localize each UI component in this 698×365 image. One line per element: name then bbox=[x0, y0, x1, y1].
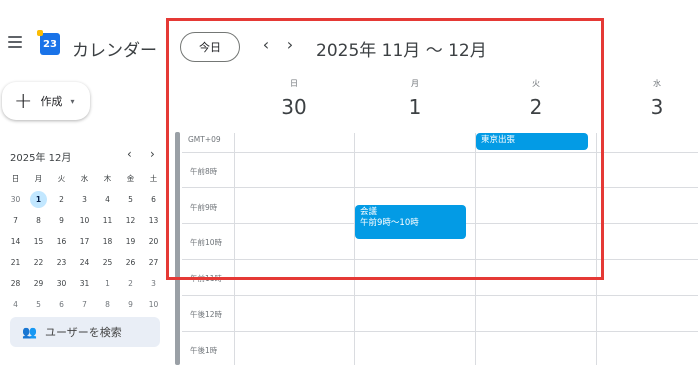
mini-day[interactable]: 8 bbox=[27, 210, 50, 231]
hour-line bbox=[182, 295, 698, 296]
mini-day[interactable]: 3 bbox=[73, 189, 96, 210]
mini-day[interactable]: 24 bbox=[73, 252, 96, 273]
mini-calendar-title: 2025年 12月 bbox=[10, 153, 72, 164]
mini-day[interactable]: 12 bbox=[119, 210, 142, 231]
app-title: カレンダー bbox=[72, 41, 157, 61]
event-meeting[interactable]: 会議 午前9時～10時 bbox=[355, 205, 466, 239]
today-button[interactable]: 今日 bbox=[180, 32, 240, 62]
hour-line bbox=[182, 152, 698, 153]
user-search-label: ユーザーを検索 bbox=[44, 326, 122, 339]
timezone-label: GMT+09 bbox=[188, 135, 221, 144]
hour-label: 午前8時 bbox=[190, 167, 218, 176]
mini-calendar-prev-button[interactable]: ‹ bbox=[127, 147, 132, 161]
mini-weekday-label: 土 bbox=[149, 174, 158, 183]
weekday-label: 水 bbox=[653, 79, 661, 88]
create-button[interactable]: + 作成 ▾ bbox=[2, 82, 90, 120]
event-title: 会議 bbox=[360, 207, 378, 217]
mini-day[interactable]: 20 bbox=[142, 231, 165, 252]
mini-day[interactable]: 17 bbox=[73, 231, 96, 252]
mini-day[interactable]: 1 bbox=[96, 273, 119, 294]
mini-weekday-label: 金 bbox=[126, 174, 135, 183]
weekday-label: 日 bbox=[290, 79, 298, 88]
mini-day[interactable]: 2 bbox=[50, 189, 73, 210]
mini-day[interactable]: 28 bbox=[4, 273, 27, 294]
people-icon: 👥 bbox=[22, 325, 37, 339]
calendar-logo-icon: 23 bbox=[37, 30, 60, 55]
mini-weekday-label: 木 bbox=[103, 174, 112, 183]
mini-day[interactable]: 10 bbox=[73, 210, 96, 231]
mini-day[interactable]: 15 bbox=[27, 231, 50, 252]
mini-calendar-next-button[interactable]: › bbox=[150, 147, 155, 161]
mini-day[interactable]: 25 bbox=[96, 252, 119, 273]
mini-day[interactable]: 22 bbox=[27, 252, 50, 273]
mini-day[interactable]: 13 bbox=[142, 210, 165, 231]
previous-period-button[interactable]: ‹ bbox=[258, 35, 274, 54]
mini-day[interactable]: 4 bbox=[96, 189, 119, 210]
mini-day[interactable]: 10 bbox=[142, 294, 165, 315]
day-header-mon[interactable]: 月 1 bbox=[355, 78, 475, 119]
mini-day[interactable]: 6 bbox=[142, 189, 165, 210]
plus-icon: + bbox=[14, 88, 33, 114]
hour-line bbox=[182, 187, 698, 188]
mini-day[interactable]: 27 bbox=[142, 252, 165, 273]
weekday-label: 火 bbox=[532, 79, 540, 88]
mini-day[interactable]: 14 bbox=[4, 231, 27, 252]
mini-day[interactable]: 30 bbox=[50, 273, 73, 294]
date-range-title: 2025年 11月 ～ 12月 bbox=[316, 41, 487, 61]
mini-weekday-label: 火 bbox=[57, 174, 66, 183]
mini-day[interactable]: 9 bbox=[119, 294, 142, 315]
user-search-button[interactable]: 👥 ユーザーを検索 bbox=[10, 317, 160, 347]
hour-label: 午後12時 bbox=[190, 310, 223, 319]
mini-day[interactable]: 7 bbox=[4, 210, 27, 231]
create-label: 作成 bbox=[40, 95, 63, 108]
mini-day[interactable]: 31 bbox=[73, 273, 96, 294]
mini-day[interactable]: 26 bbox=[119, 252, 142, 273]
mini-day[interactable]: 7 bbox=[73, 294, 96, 315]
scrollbar[interactable] bbox=[175, 132, 180, 365]
mini-weekday-label: 日 bbox=[11, 174, 20, 183]
hour-line bbox=[182, 331, 698, 332]
day-header-tue[interactable]: 火 2 bbox=[476, 78, 596, 119]
mini-day[interactable]: 2 bbox=[119, 273, 142, 294]
day-header-wed[interactable]: 水 3 bbox=[597, 78, 698, 119]
mini-day[interactable]: 4 bbox=[4, 294, 27, 315]
weekday-label: 月 bbox=[411, 79, 419, 88]
mini-day[interactable]: 18 bbox=[96, 231, 119, 252]
mini-day[interactable]: 5 bbox=[27, 294, 50, 315]
mini-day[interactable]: 3 bbox=[142, 273, 165, 294]
event-time: 午前9時～10時 bbox=[360, 218, 419, 228]
date-number[interactable]: 1 bbox=[355, 95, 475, 119]
hour-label: 午前10時 bbox=[190, 238, 223, 247]
mini-day[interactable]: 19 bbox=[119, 231, 142, 252]
hour-label: 午前11時 bbox=[190, 274, 223, 283]
event-tokyo-trip[interactable]: 東京出張 bbox=[476, 133, 588, 150]
mini-day[interactable]: 29 bbox=[27, 273, 50, 294]
main-menu-icon[interactable] bbox=[8, 36, 22, 48]
mini-weekday-label: 水 bbox=[80, 174, 89, 183]
mini-day[interactable]: 8 bbox=[96, 294, 119, 315]
mini-calendar-grid: 日月火水木金土 30 1 2 3 4 5 6 7 8 9 10 11 12 13 14 15 16 17 18 19 20… bbox=[4, 168, 165, 315]
top-bar: 23 カレンダー 今日 ‹ › 2025年 11月 ～ 12月 bbox=[0, 0, 698, 70]
mini-day[interactable]: 9 bbox=[50, 210, 73, 231]
date-number[interactable]: 3 bbox=[597, 95, 698, 119]
mini-day[interactable]: 1 bbox=[30, 191, 47, 208]
mini-day[interactable]: 23 bbox=[50, 252, 73, 273]
mini-weekday-label: 月 bbox=[34, 174, 43, 183]
date-number[interactable]: 2 bbox=[476, 95, 596, 119]
mini-day[interactable]: 21 bbox=[4, 252, 27, 273]
mini-day[interactable]: 5 bbox=[119, 189, 142, 210]
next-period-button[interactable]: › bbox=[282, 35, 298, 54]
day-header-sun[interactable]: 日 30 bbox=[234, 78, 354, 119]
chevron-down-icon: ▾ bbox=[70, 96, 75, 106]
hour-line bbox=[182, 259, 698, 260]
date-number[interactable]: 30 bbox=[234, 95, 354, 119]
mini-day[interactable]: 11 bbox=[96, 210, 119, 231]
hour-label: 午前9時 bbox=[190, 203, 218, 212]
event-title: 東京出張 bbox=[481, 135, 516, 145]
mini-day[interactable]: 6 bbox=[50, 294, 73, 315]
hour-label: 午後1時 bbox=[190, 346, 218, 355]
mini-day[interactable]: 16 bbox=[50, 231, 73, 252]
mini-day[interactable]: 30 bbox=[4, 189, 27, 210]
